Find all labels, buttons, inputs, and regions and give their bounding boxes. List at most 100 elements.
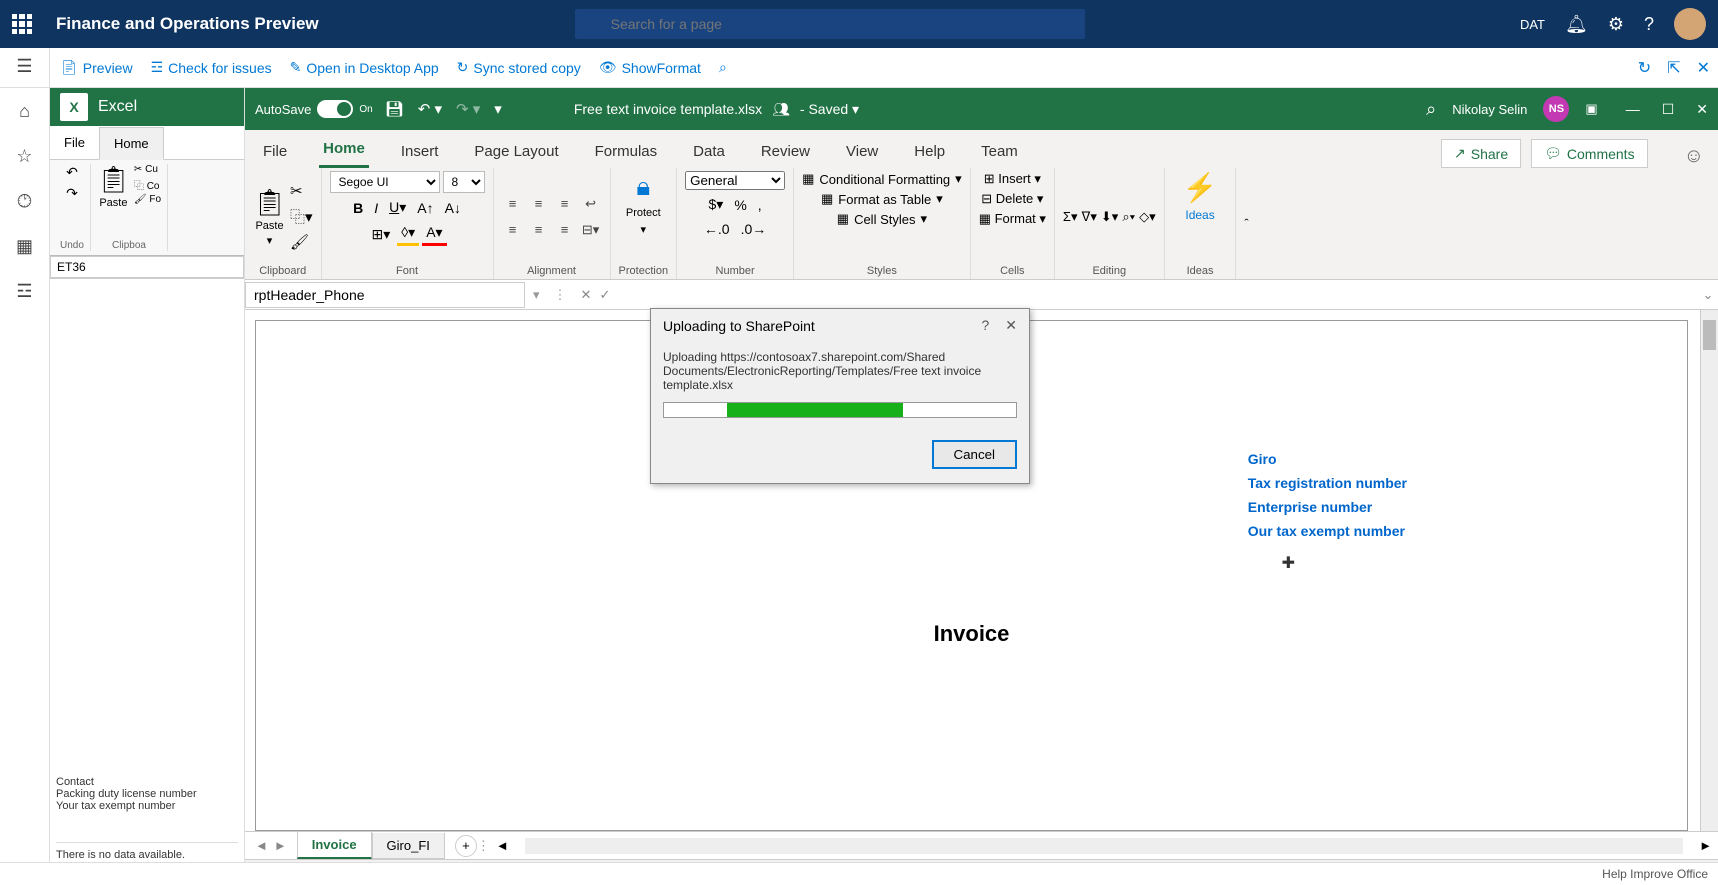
hscroll-left-icon[interactable]: ◄ bbox=[490, 838, 515, 853]
font-name-select[interactable]: Segoe UI bbox=[330, 171, 440, 193]
format-painter-icon[interactable]: 🖌︎ bbox=[290, 233, 313, 251]
cut-button[interactable]: ✂ Cu bbox=[134, 164, 161, 175]
align-top-button[interactable]: ≡ bbox=[502, 193, 524, 215]
help-icon[interactable]: ? bbox=[1644, 14, 1654, 35]
ribbon-tab-file[interactable]: File bbox=[259, 135, 291, 168]
currency-button[interactable]: $▾ bbox=[704, 194, 727, 215]
sheet-tab-invoice[interactable]: Invoice bbox=[297, 832, 372, 859]
search-button[interactable]: ⌕ bbox=[719, 59, 727, 76]
format-painter-button[interactable]: 🖌︎ Fo bbox=[134, 194, 161, 205]
bold-button[interactable]: B bbox=[349, 198, 367, 218]
popout-icon[interactable]: ⇱ bbox=[1667, 58, 1680, 78]
preview-namebox[interactable] bbox=[50, 256, 244, 278]
gear-icon[interactable]: ⚙ bbox=[1608, 14, 1624, 35]
insert-cells-button[interactable]: ⊞ Insert ▾ bbox=[984, 171, 1041, 187]
ribbon-display-icon[interactable]: ▣ bbox=[1585, 101, 1597, 117]
name-box[interactable] bbox=[245, 282, 525, 308]
show-format-button[interactable]: 👁︎ ShowFormat bbox=[599, 59, 701, 76]
save-icon[interactable]: 💾︎ bbox=[385, 100, 404, 118]
sheet-tab-giro[interactable]: Giro_FI bbox=[372, 833, 445, 859]
ribbon-tab-help[interactable]: Help bbox=[910, 135, 949, 168]
wrap-text-button[interactable]: ↩ bbox=[580, 193, 602, 215]
ribbon-tab-review[interactable]: Review bbox=[757, 135, 814, 168]
redo-icon[interactable]: ↷ bbox=[66, 185, 78, 202]
italic-button[interactable]: I bbox=[370, 198, 382, 218]
increase-decimal-button[interactable]: ←.0 bbox=[700, 219, 734, 239]
decrease-decimal-button[interactable]: .0→ bbox=[737, 219, 771, 239]
preview-button[interactable]: 📄︎ Preview bbox=[60, 59, 133, 76]
paste-icon[interactable]: 📋︎ bbox=[253, 187, 286, 218]
delete-cells-button[interactable]: ⊟ Delete ▾ bbox=[981, 191, 1043, 207]
namebox-dropdown-icon[interactable]: ▾ bbox=[525, 287, 548, 303]
ribbon-tab-team[interactable]: Team bbox=[977, 135, 1022, 168]
formula-input[interactable] bbox=[643, 283, 1698, 306]
format-cells-button[interactable]: ▦ Format ▾ bbox=[979, 211, 1046, 227]
undo-icon[interactable]: ↶ bbox=[66, 164, 78, 181]
sync-button[interactable]: ↻ Sync stored copy bbox=[457, 59, 581, 76]
fill-color-button[interactable]: ◊▾ bbox=[397, 222, 419, 246]
minimize-button[interactable]: — bbox=[1626, 101, 1640, 118]
search-icon[interactable]: ⌕ bbox=[1426, 99, 1436, 120]
waffle-icon[interactable] bbox=[12, 14, 32, 34]
collapse-ribbon-icon[interactable]: ˆ bbox=[1244, 216, 1248, 231]
ribbon-tab-formulas[interactable]: Formulas bbox=[591, 135, 662, 168]
add-sheet-button[interactable]: + bbox=[455, 835, 477, 857]
font-size-select[interactable]: 8 bbox=[443, 171, 485, 193]
user-badge[interactable]: NS bbox=[1543, 96, 1569, 122]
tab-file[interactable]: File bbox=[50, 127, 99, 158]
cell-styles-button[interactable]: ▦ Cell Styles ▾ bbox=[837, 211, 927, 227]
close-button[interactable]: ✕ bbox=[1696, 101, 1708, 118]
check-issues-button[interactable]: ☲ Check for issues bbox=[151, 59, 272, 76]
align-bottom-button[interactable]: ≡ bbox=[554, 193, 576, 215]
shared-icon[interactable]: 👥︎ bbox=[772, 101, 790, 118]
font-color-button[interactable]: A▾ bbox=[422, 222, 446, 246]
paste-icon[interactable]: 📋︎ bbox=[97, 164, 130, 195]
close-icon[interactable]: ✕ bbox=[1697, 58, 1710, 78]
redo-icon[interactable]: ↷ ▾ bbox=[456, 100, 480, 118]
clock-icon[interactable]: 🕐︎ bbox=[17, 191, 31, 212]
enter-formula-icon[interactable]: ✓ bbox=[599, 287, 610, 303]
bottom-status[interactable]: Help Improve Office bbox=[0, 862, 1718, 885]
underline-button[interactable]: U▾ bbox=[385, 197, 410, 218]
format-as-table-button[interactable]: ▦ Format as Table ▾ bbox=[821, 191, 943, 207]
list-icon[interactable]: ☲ bbox=[16, 281, 32, 302]
find-button[interactable]: ⌕▾ bbox=[1122, 209, 1135, 225]
undo-icon[interactable]: ↶ ▾ bbox=[418, 100, 442, 118]
star-icon[interactable]: ☆ bbox=[16, 146, 32, 167]
autosum-button[interactable]: Σ▾ bbox=[1063, 209, 1078, 225]
copy-button[interactable]: ⿻ Co bbox=[134, 177, 161, 192]
decrease-font-button[interactable]: A↓ bbox=[441, 198, 465, 218]
hscroll-right-icon[interactable]: ► bbox=[1693, 838, 1718, 853]
cancel-formula-icon[interactable]: ✕ bbox=[581, 287, 592, 303]
number-format-select[interactable]: General bbox=[685, 171, 785, 190]
protect-icon[interactable]: 🔒︎ bbox=[636, 171, 650, 203]
home-icon[interactable]: ⌂ bbox=[19, 101, 30, 122]
cancel-button[interactable]: Cancel bbox=[932, 440, 1018, 469]
percent-button[interactable]: % bbox=[730, 195, 750, 215]
conditional-formatting-button[interactable]: ▦ Conditional Formatting ▾ bbox=[802, 171, 962, 187]
share-button[interactable]: ↗ Share bbox=[1441, 139, 1521, 168]
align-right-button[interactable]: ≡ bbox=[554, 219, 576, 241]
dialog-help-icon[interactable]: ? bbox=[981, 317, 989, 334]
increase-font-button[interactable]: A↑ bbox=[413, 198, 437, 218]
ribbon-tab-insert[interactable]: Insert bbox=[397, 135, 443, 168]
ribbon-tab-pagelayout[interactable]: Page Layout bbox=[470, 135, 562, 168]
company-label[interactable]: DAT bbox=[1520, 17, 1545, 32]
align-left-button[interactable]: ≡ bbox=[502, 219, 524, 241]
customize-qat-icon[interactable]: ▾ bbox=[494, 100, 502, 118]
tab-home[interactable]: Home bbox=[99, 127, 164, 160]
sheet-next-icon[interactable]: ► bbox=[274, 838, 287, 853]
comma-button[interactable]: , bbox=[754, 195, 766, 215]
horizontal-scrollbar[interactable] bbox=[525, 838, 1683, 854]
merge-button[interactable]: ⊟▾ bbox=[580, 219, 602, 241]
cut-icon[interactable]: ✂ bbox=[290, 182, 313, 200]
module-icon[interactable]: ▦ bbox=[16, 236, 33, 257]
ribbon-tab-home[interactable]: Home bbox=[319, 132, 369, 168]
maximize-button[interactable]: ☐ bbox=[1662, 101, 1675, 118]
search-input[interactable] bbox=[575, 9, 1085, 39]
feedback-icon[interactable]: ☺ bbox=[1684, 145, 1704, 168]
expand-formula-icon[interactable]: ⌄ bbox=[1698, 287, 1718, 303]
comments-button[interactable]: 💬︎ Comments bbox=[1531, 139, 1647, 168]
fill-button[interactable]: ⬇▾ bbox=[1101, 209, 1118, 225]
dialog-close-icon[interactable]: ✕ bbox=[1005, 317, 1017, 334]
